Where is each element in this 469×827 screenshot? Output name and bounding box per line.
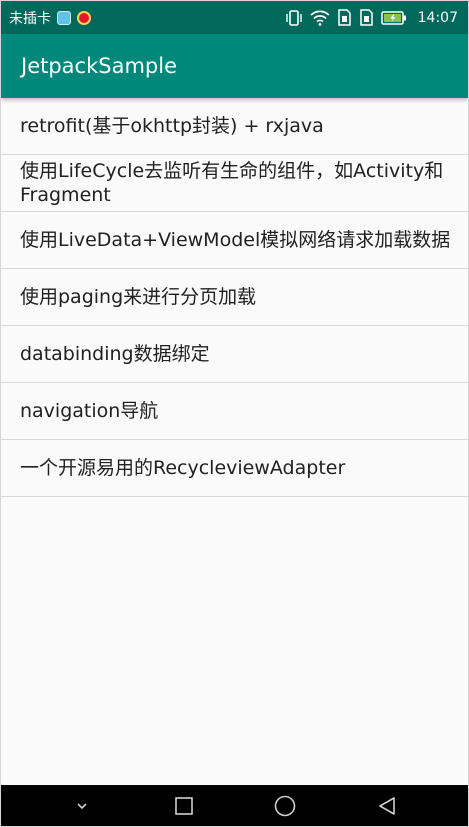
chevron-down-icon[interactable] bbox=[62, 788, 102, 824]
sample-list: retrofit(基于okhttp封装) + rxjava 使用LifeCycl… bbox=[1, 98, 468, 497]
list-item-livedata[interactable]: 使用LiveData+ViewModel模拟网络请求加载数据 bbox=[1, 212, 468, 269]
list-item-label: 一个开源易用的RecycleviewAdapter bbox=[20, 457, 346, 479]
list-item-recyclerview-adapter[interactable]: 一个开源易用的RecycleviewAdapter bbox=[1, 440, 468, 497]
navigation-bar bbox=[1, 785, 468, 826]
recents-icon[interactable] bbox=[164, 788, 204, 824]
app-title: JetpackSample bbox=[21, 54, 177, 78]
list-item-lifecycle[interactable]: 使用LifeCycle去监听有生命的组件，如Activity和Fragment bbox=[1, 155, 468, 212]
list-item-paging[interactable]: 使用paging来进行分页加载 bbox=[1, 269, 468, 326]
list-item-label: retrofit(基于okhttp封装) + rxjava bbox=[20, 115, 324, 137]
vibrate-icon bbox=[285, 9, 303, 26]
list-item-navigation[interactable]: navigation导航 bbox=[1, 383, 468, 440]
clock: 14:07 bbox=[417, 9, 458, 26]
status-left: 未插卡 bbox=[1, 8, 91, 28]
home-icon[interactable] bbox=[265, 788, 305, 824]
wifi-icon bbox=[310, 10, 330, 26]
list-item-retrofit[interactable]: retrofit(基于okhttp封装) + rxjava bbox=[1, 98, 468, 155]
list-item-databinding[interactable]: databinding数据绑定 bbox=[1, 326, 468, 383]
sim1-icon bbox=[337, 9, 352, 26]
app-bar: JetpackSample bbox=[1, 34, 468, 98]
weibo-notification-icon bbox=[77, 10, 91, 25]
back-icon[interactable] bbox=[367, 788, 407, 824]
status-bar: 未插卡 14:07 bbox=[1, 1, 468, 34]
list-item-label: 使用LifeCycle去监听有生命的组件，如Activity和Fragment bbox=[20, 160, 444, 206]
status-right: 14:07 bbox=[285, 9, 468, 26]
list-item-label: 使用LiveData+ViewModel模拟网络请求加载数据 bbox=[20, 229, 451, 251]
phone-screen: 未插卡 14:07 JetpackSample retrofit(基于okhtt… bbox=[0, 0, 469, 827]
list-item-label: databinding数据绑定 bbox=[20, 343, 210, 365]
list-item-label: navigation导航 bbox=[20, 400, 159, 422]
list-item-label: 使用paging来进行分页加载 bbox=[20, 286, 257, 308]
carrier-label: 未插卡 bbox=[9, 10, 51, 27]
app-notification-icon bbox=[57, 10, 71, 25]
sim2-icon bbox=[359, 9, 374, 26]
battery-icon bbox=[380, 10, 407, 25]
